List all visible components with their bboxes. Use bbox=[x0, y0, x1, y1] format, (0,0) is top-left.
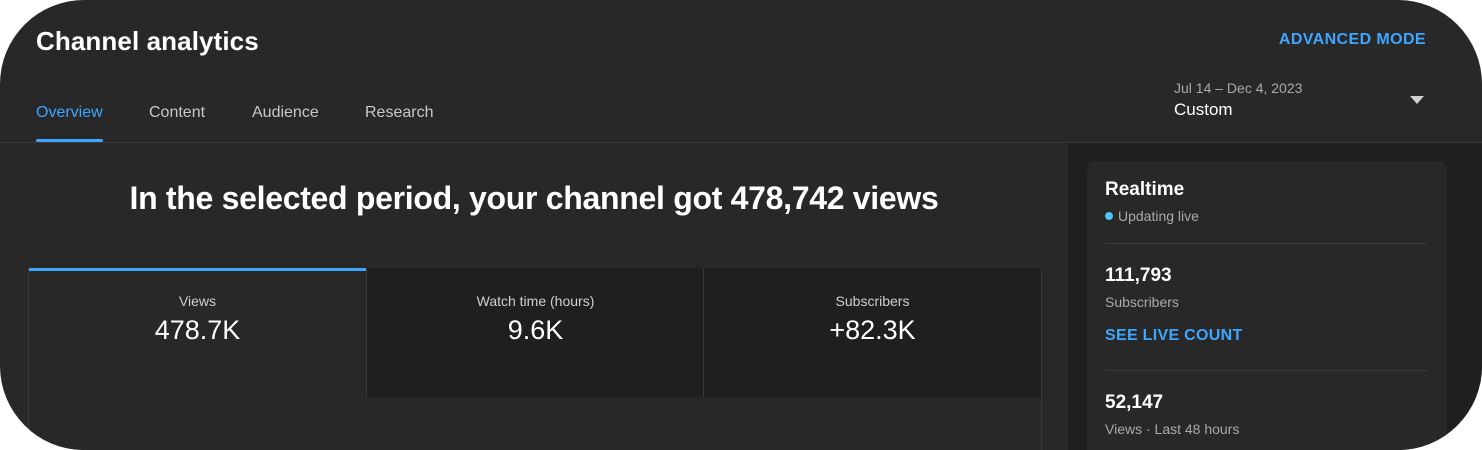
summary-headline: In the selected period, your channel got… bbox=[129, 180, 939, 216]
see-live-count-link[interactable]: SEE LIVE COUNT bbox=[1105, 327, 1243, 345]
metric-value: 9.6K bbox=[507, 315, 564, 345]
tab-audience[interactable]: Audience bbox=[252, 104, 319, 142]
metric-label: Subscribers bbox=[835, 293, 910, 309]
advanced-mode-button[interactable]: ADVANCED MODE bbox=[1279, 31, 1426, 49]
realtime-divider bbox=[1105, 370, 1427, 371]
metric-cards: Views 478.7K Watch time (hours) 9.6K Sub… bbox=[28, 268, 1042, 450]
tab-content[interactable]: Content bbox=[149, 104, 205, 142]
realtime-status-text: Updating live bbox=[1118, 208, 1199, 224]
metric-label: Views bbox=[178, 293, 217, 309]
analytics-window: Channel analytics ADVANCED MODE Overview… bbox=[0, 0, 1482, 450]
metric-card-views[interactable]: Views 478.7K bbox=[29, 268, 366, 450]
realtime-subscribers-label: Subscribers bbox=[1105, 294, 1179, 310]
metric-card-watch-time[interactable]: Watch time (hours) 9.6K bbox=[366, 268, 704, 397]
tab-overview[interactable]: Overview bbox=[36, 104, 103, 142]
realtime-views-count: 52,147 bbox=[1105, 392, 1164, 413]
metric-card-subscribers[interactable]: Subscribers +82.3K bbox=[703, 268, 1041, 397]
realtime-views-label: Views · Last 48 hours bbox=[1105, 421, 1240, 437]
realtime-status: Updating live bbox=[1105, 208, 1199, 224]
live-dot-icon bbox=[1105, 212, 1113, 220]
date-range-picker[interactable]: Jul 14 – Dec 4, 2023 Custom bbox=[1174, 78, 1430, 128]
realtime-title: Realtime bbox=[1105, 179, 1185, 200]
date-preset-text: Custom bbox=[1174, 100, 1233, 119]
metric-value: +82.3K bbox=[829, 315, 916, 345]
metric-label: Watch time (hours) bbox=[476, 293, 595, 309]
date-range-text: Jul 14 – Dec 4, 2023 bbox=[1174, 80, 1303, 96]
realtime-subscribers-count: 111,793 bbox=[1105, 265, 1172, 286]
realtime-card: Realtime Updating live 111,793 Subscribe… bbox=[1087, 161, 1447, 450]
chevron-down-icon bbox=[1410, 96, 1424, 104]
realtime-divider bbox=[1105, 243, 1427, 244]
tab-research[interactable]: Research bbox=[365, 104, 433, 142]
page-title: Channel analytics bbox=[36, 26, 259, 56]
metric-value: 478.7K bbox=[154, 315, 241, 345]
